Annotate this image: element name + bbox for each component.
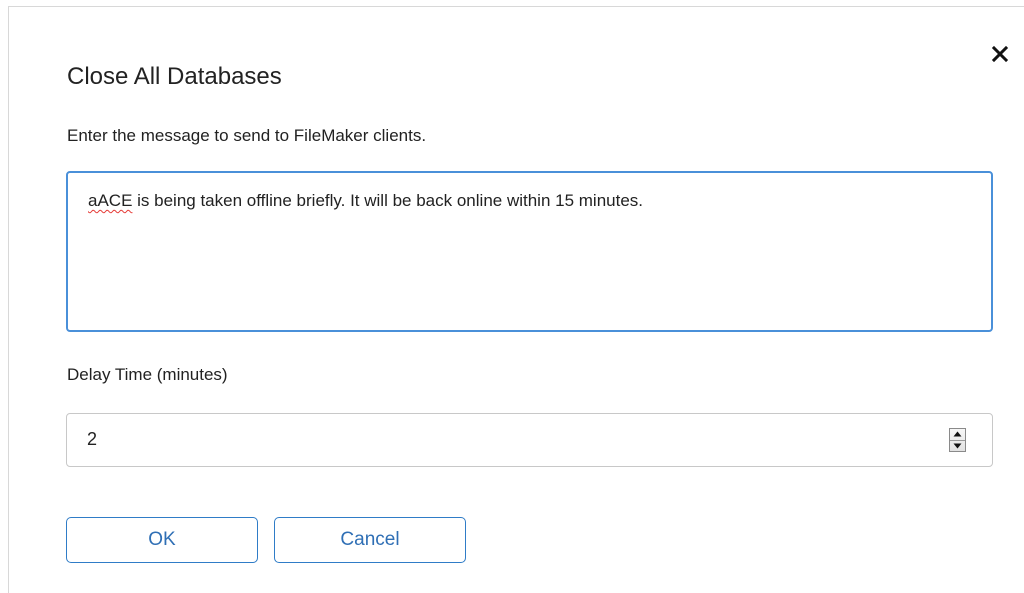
spinner-up-button[interactable] [950,429,965,440]
misspelled-word: aACE [88,191,133,210]
delay-time-value[interactable]: 2 [87,429,97,450]
delay-time-label: Delay Time (minutes) [67,365,228,384]
spinner-down-button[interactable] [950,440,965,452]
spinner-down-icon [953,443,962,449]
dialog-title: Close All Databases [67,63,282,90]
spinner-up-icon [953,431,962,437]
delay-time-field[interactable]: 2 [66,413,993,467]
close-icon [991,45,1009,63]
cancel-button[interactable]: Cancel [274,517,466,563]
close-all-databases-dialog: Close All Databases Enter the message to… [8,6,1024,593]
message-textarea[interactable]: aACE is being taken offline briefly. It … [66,171,993,332]
message-text: is being taken offline briefly. It will … [132,191,644,210]
ok-button[interactable]: OK [66,517,258,563]
message-label: Enter the message to send to FileMaker c… [67,126,427,145]
delay-time-spinner[interactable] [949,428,966,452]
close-button[interactable] [990,44,1010,64]
